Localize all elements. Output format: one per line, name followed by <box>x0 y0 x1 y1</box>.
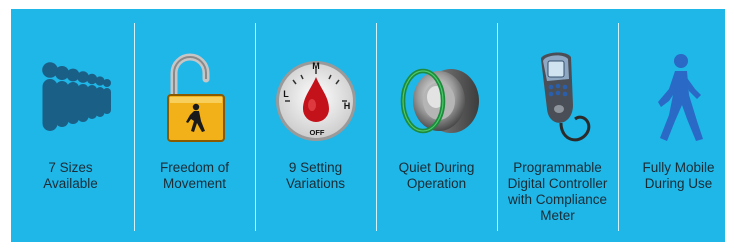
feature-label-freedom: Freedom of Movement <box>159 160 230 191</box>
people-sizes-icon <box>11 49 130 149</box>
dial-label-m: M <box>312 61 320 71</box>
feature-label-sizes: 7 Sizes Available <box>43 160 98 191</box>
quiet-button-icon <box>377 49 496 149</box>
feature-label-mobile: Fully Mobile During Use <box>642 160 715 191</box>
setting-dial-icon: M L H OFF <box>256 49 375 149</box>
features-panel: 7 Sizes Available Freedom of Movement M … <box>11 9 725 242</box>
dial-label-off: OFF <box>309 128 324 137</box>
digital-controller-icon <box>498 49 617 149</box>
feature-label-settings: 9 Setting Variations <box>285 160 346 191</box>
feature-settings: M L H OFF 9 Setting Variations <box>256 23 375 231</box>
feature-label-quiet: Quiet During Operation <box>398 160 475 191</box>
open-padlock-walker-icon <box>135 49 254 149</box>
feature-quiet: Quiet During Operation <box>377 23 496 231</box>
feature-sizes: 7 Sizes Available <box>11 23 130 231</box>
feature-freedom: Freedom of Movement <box>135 23 254 231</box>
feature-controller: Programmable Digital Controller with Com… <box>498 23 617 231</box>
feature-mobile: Fully Mobile During Use <box>619 23 734 231</box>
dial-label-l: L <box>283 89 289 99</box>
walking-person-icon <box>619 49 734 149</box>
feature-label-controller: Programmable Digital Controller with Com… <box>507 160 608 223</box>
dial-label-h: H <box>343 101 350 111</box>
